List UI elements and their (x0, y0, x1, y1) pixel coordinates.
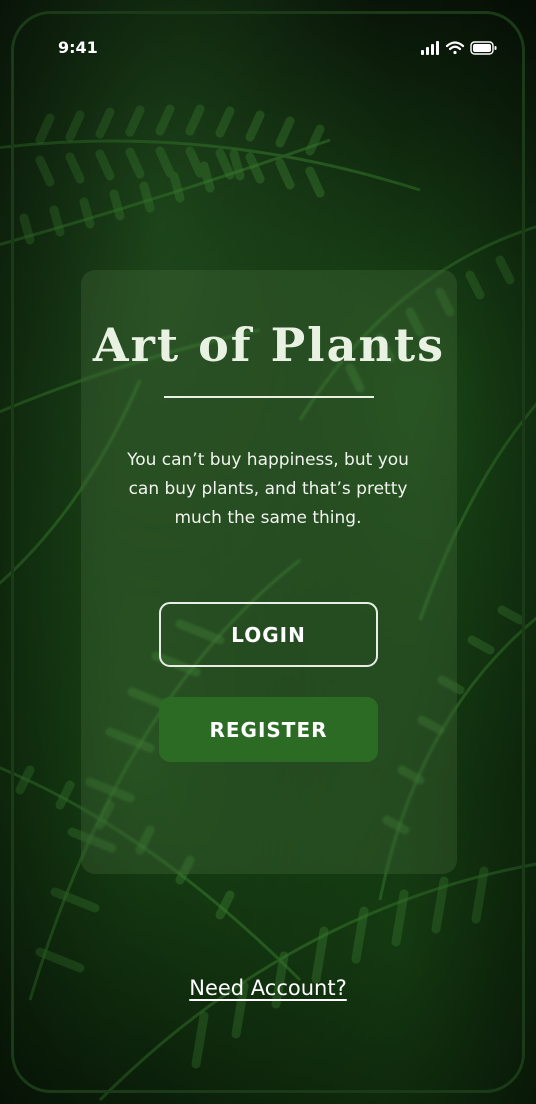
signal-icon (421, 41, 439, 55)
app-screen: 9:41 Art of Plants You can’t buy happine… (0, 0, 536, 1104)
status-bar: 9:41 (0, 0, 536, 90)
tagline: You can’t buy happiness, but you can buy… (127, 450, 409, 528)
status-time: 9:41 (58, 38, 98, 57)
register-button[interactable]: REGISTER (159, 697, 378, 762)
app-title: Art of Plants (92, 318, 446, 372)
title-divider (164, 396, 374, 398)
wifi-icon (445, 41, 465, 55)
battery-icon (470, 41, 497, 55)
login-button[interactable]: LOGIN (159, 602, 378, 667)
status-icons (421, 41, 497, 55)
need-account-link[interactable]: Need Account? (0, 976, 536, 1000)
